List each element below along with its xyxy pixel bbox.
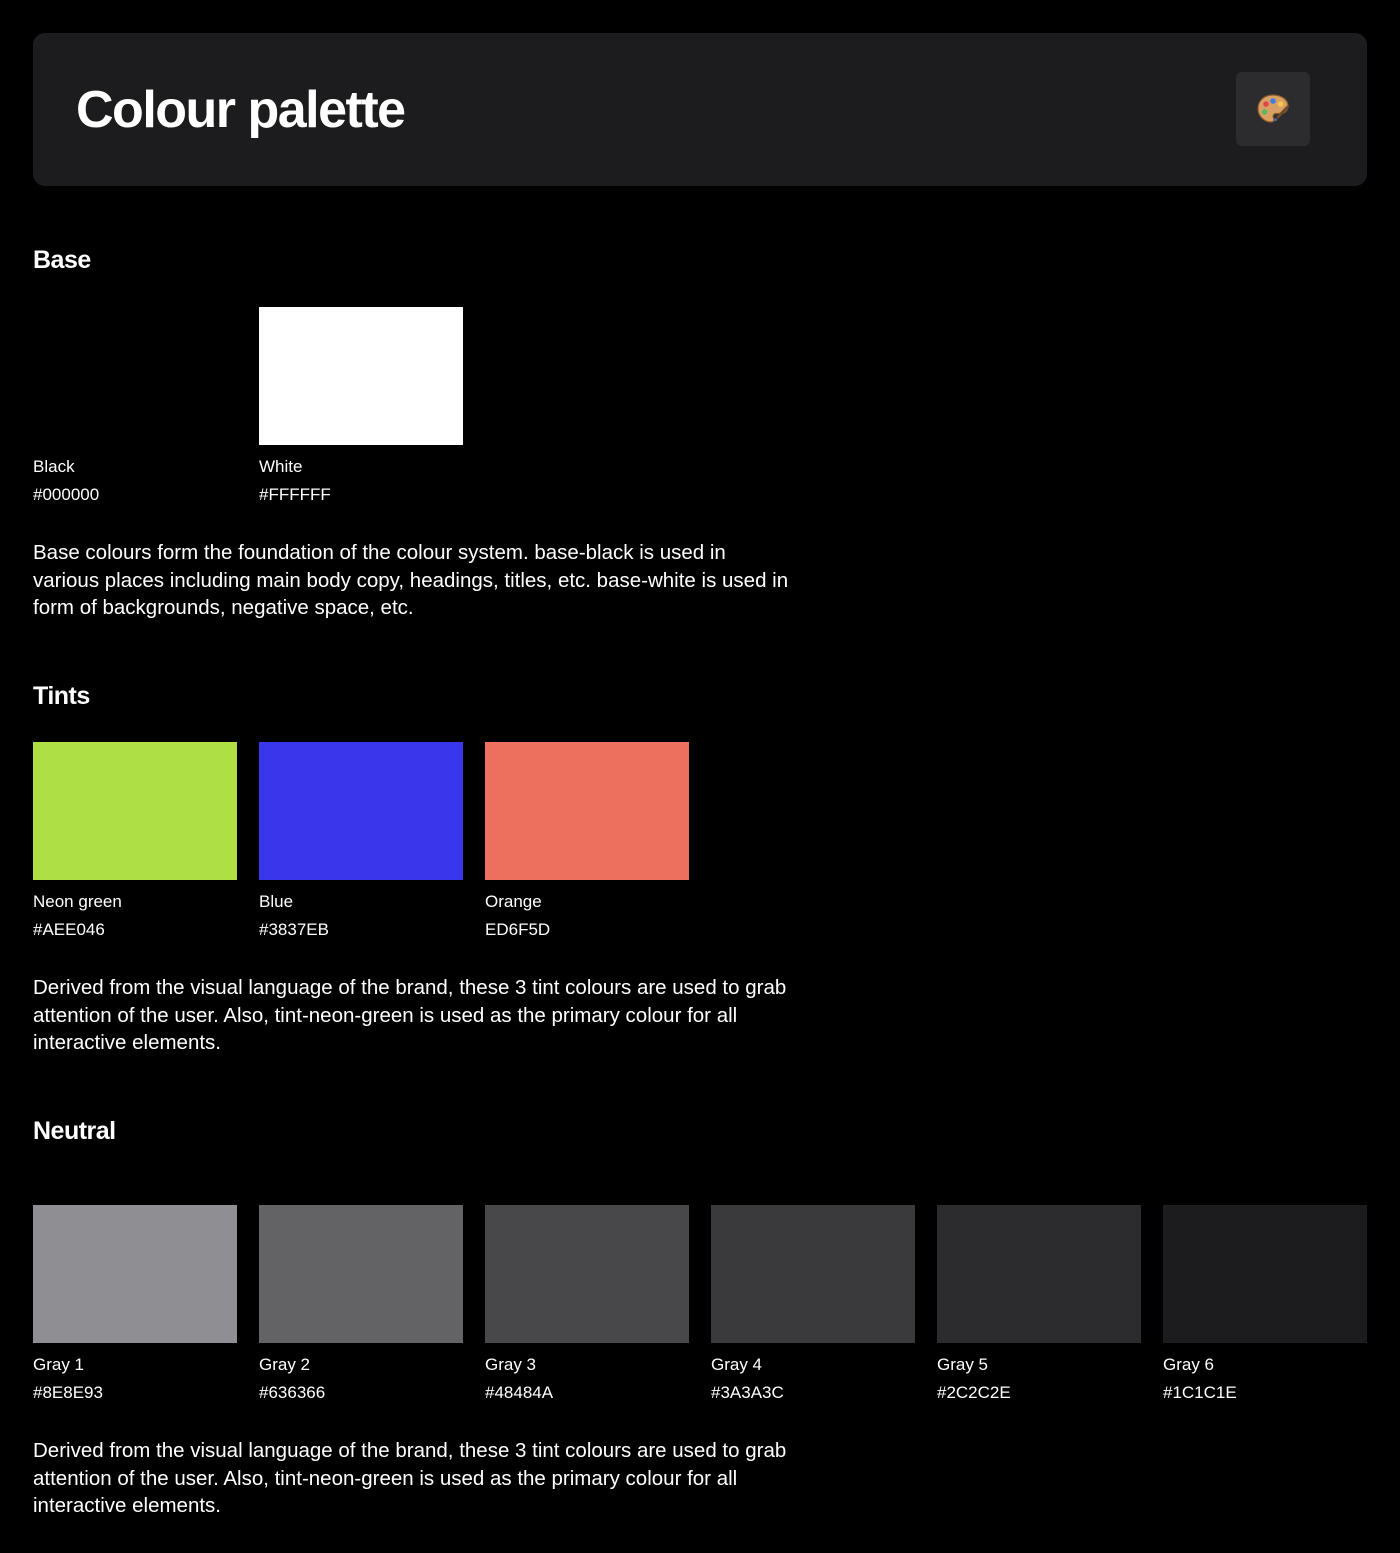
base-description: Base colours form the foundation of the …	[33, 541, 789, 619]
header-card: Colour palette	[33, 33, 1367, 186]
swatch-color	[259, 307, 463, 445]
swatch-gray-3: Gray 3 #48484A	[485, 1205, 689, 1402]
swatch-hex: #3837EB	[259, 920, 329, 939]
section-title-base: Base	[33, 246, 91, 274]
swatch-color	[485, 742, 689, 880]
swatch-hex: #1C1C1E	[1163, 1383, 1237, 1402]
section-title-tints: Tints	[33, 682, 90, 710]
swatch-color	[33, 742, 237, 880]
swatch-color	[1163, 1205, 1367, 1343]
swatch-hex: #8E8E93	[33, 1383, 103, 1402]
swatch-gray-6: Gray 6 #1C1C1E	[1163, 1205, 1367, 1402]
swatch-orange: Orange ED6F5D	[485, 742, 689, 939]
swatch-name: Gray 1	[33, 1355, 85, 1374]
section-title-neutral: Neutral	[33, 1117, 116, 1145]
swatch-hex: #3A3A3C	[711, 1383, 784, 1402]
palette-icon	[1257, 94, 1289, 123]
page-title: Colour palette	[76, 81, 406, 139]
swatch-hex: #000000	[33, 485, 100, 504]
swatch-gray-5: Gray 5 #2C2C2E	[937, 1205, 1141, 1402]
swatch-color	[33, 1205, 237, 1343]
swatch-blue: Blue #3837EB	[259, 742, 463, 939]
swatch-white: White #FFFFFF	[259, 307, 463, 504]
swatch-name: Orange	[485, 892, 542, 911]
swatch-name: Gray 3	[485, 1355, 537, 1374]
swatch-hex: ED6F5D	[485, 920, 551, 939]
swatch-neon-green: Neon green #AEE046	[33, 742, 237, 939]
swatch-color	[259, 1205, 463, 1343]
swatch-name: Gray 5	[937, 1355, 989, 1374]
swatch-hex: #FFFFFF	[259, 485, 331, 504]
neutral-description: Derived from the visual language of the …	[33, 1439, 787, 1517]
swatch-gray-1: Gray 1 #8E8E93	[33, 1205, 237, 1402]
swatch-hex: #AEE046	[33, 920, 105, 939]
swatch-hex: #48484A	[485, 1383, 554, 1402]
swatch-color	[259, 742, 463, 880]
swatch-gray-2: Gray 2 #636366	[259, 1205, 463, 1402]
swatch-hex: #2C2C2E	[937, 1383, 1011, 1402]
palette-button[interactable]	[1236, 72, 1310, 146]
swatch-hex: #636366	[259, 1383, 326, 1402]
swatch-color	[937, 1205, 1141, 1343]
tints-description: Derived from the visual language of the …	[33, 976, 787, 1054]
swatch-name: Gray 2	[259, 1355, 311, 1374]
swatch-color	[711, 1205, 915, 1343]
swatch-name: Blue	[259, 892, 294, 911]
swatch-gray-4: Gray 4 #3A3A3C	[711, 1205, 915, 1402]
swatch-black: Black #000000	[33, 307, 237, 504]
swatch-color	[33, 307, 237, 445]
swatch-name: Gray 4	[711, 1355, 763, 1374]
swatch-name: White	[259, 457, 303, 476]
swatch-name: Neon green	[33, 892, 122, 911]
swatch-name: Gray 6	[1163, 1355, 1215, 1374]
swatch-name: Black	[33, 457, 75, 476]
swatch-color	[485, 1205, 689, 1343]
